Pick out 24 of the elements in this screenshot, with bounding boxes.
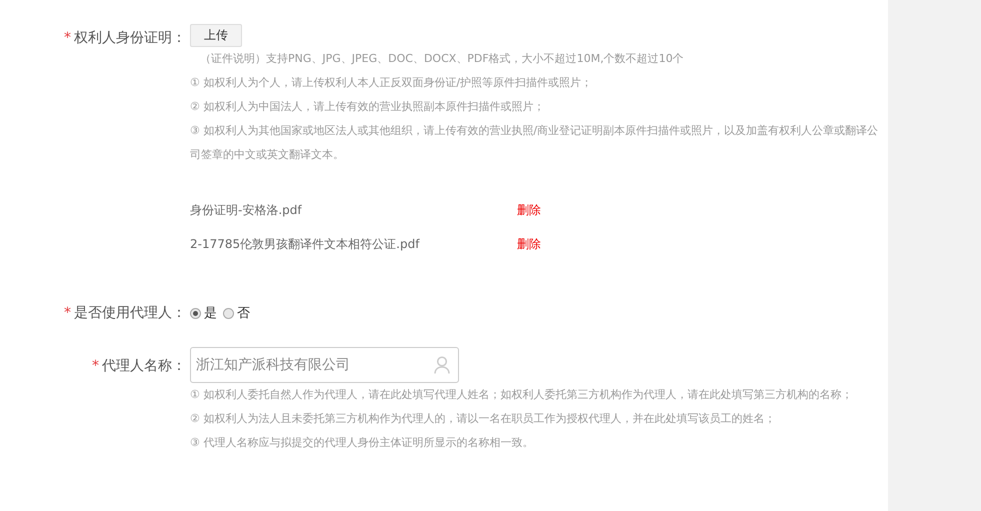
required-mark: * [64,29,71,48]
delete-link[interactable]: 删除 [517,236,541,252]
required-mark: * [92,357,99,376]
upload-button[interactable]: 上传 [190,24,242,47]
delete-link[interactable]: 删除 [517,202,541,218]
radio-button[interactable] [223,308,234,318]
file-name: 身份证明-安格洛.pdf [190,202,303,218]
required-mark: * [64,304,71,323]
note-text: （证件说明）支持PNG、JPG、JPEG、DOC、DOCX、PDF格式，大小不超过10M,个数不超过10个 [199,51,685,67]
file-name: 2-17785伦敦男孩翻译件文本相符公证.pdf [190,236,421,252]
note-text: ① 如权利人委托自然人作为代理人，请在此处填写代理人姓名；如权利人委托第三方机构作为代理人，请在此处填写第三方机构的名称； [190,387,854,403]
option-label: 是 [204,305,217,322]
note-text: ③ 如权利人为其他国家或地区法人或其他组织，请上传有效的营业执照/商业登记证明副本原件扫描件或照片，以及加盖有权利人公章或翻译公司签章的中文或英文翻译文本。 [190,123,880,163]
radio-button[interactable] [190,308,201,318]
note-text: ③ 代理人名称应与拟提交的代理人身份主体证明所显示的名称相一致。 [190,435,534,451]
note-text: ① 如权利人为个人，请上传权利人本人正反双面身份证/护照等原件扫描件或照片； [190,75,594,91]
field-label: 代理人名称： [102,357,186,376]
option-label: 否 [237,305,250,322]
field-label: 是否使用代理人： [74,304,186,323]
field-label: 权利人身份证明： [74,29,186,48]
note-text: ② 如权利人为法人且未委托第三方机构作为代理人的，请以一名在职员工作为授权代理人，并在此处填写该员工的姓名； [190,411,776,427]
note-text: ② 如权利人为中国法人，请上传有效的营业执照副本原件扫描件或照片； [190,99,546,115]
input-field[interactable]: 浙江知产派科技有限公司 [190,347,459,383]
person-icon [434,356,450,374]
